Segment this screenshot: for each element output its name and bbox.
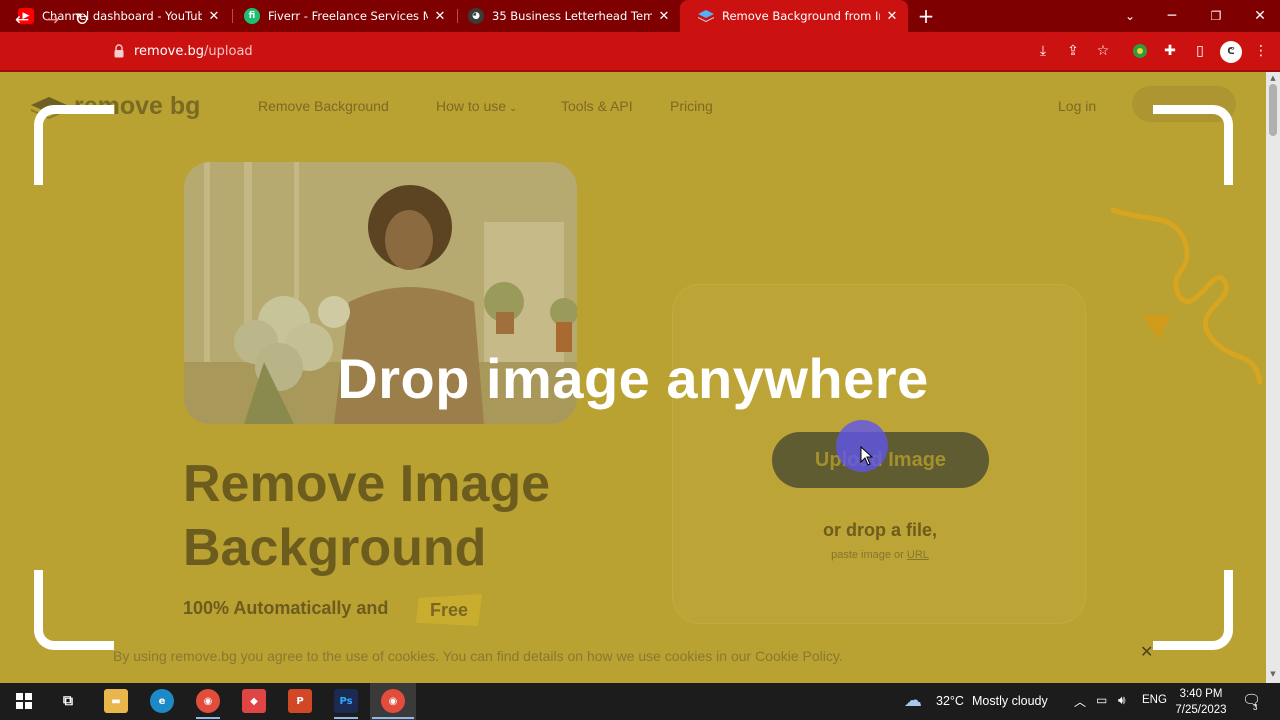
url-host: remove.bg bbox=[134, 44, 205, 59]
paste-url-link[interactable]: URL bbox=[907, 549, 929, 561]
window-close-button[interactable]: ✕ bbox=[1238, 0, 1280, 32]
scrollbar-thumb[interactable] bbox=[1269, 84, 1277, 136]
photoshop-icon[interactable]: Ps bbox=[334, 689, 358, 713]
running-indicator bbox=[372, 717, 414, 719]
edge-icon[interactable]: e bbox=[150, 689, 174, 713]
nav-pricing[interactable]: Pricing bbox=[670, 98, 713, 114]
tab-title: 35 Business Letterhead Template bbox=[492, 9, 652, 23]
windows-start-icon[interactable] bbox=[12, 689, 36, 713]
tab-title: Remove Background from Image bbox=[722, 9, 880, 23]
paste-prefix: paste image or bbox=[831, 549, 904, 561]
drop-frame-corner-br bbox=[1153, 570, 1233, 650]
raccoon-icon: ◕ bbox=[468, 8, 484, 24]
task-view-icon[interactable]: ⧉ bbox=[56, 689, 80, 713]
tab-title: Fiverr - Freelance Services Marke bbox=[268, 9, 428, 23]
tab-letterhead[interactable]: ◕ 35 Business Letterhead Template ✕ bbox=[450, 0, 680, 32]
clock-time: 3:40 PM bbox=[1179, 688, 1223, 700]
page-scrollbar[interactable] bbox=[1266, 72, 1280, 683]
cloud-weather-icon[interactable]: ☁ bbox=[904, 690, 922, 711]
drop-frame-corner-tr bbox=[1153, 105, 1233, 185]
powerpoint-icon[interactable]: P bbox=[288, 689, 312, 713]
nav-how-to-use-label: How to use bbox=[436, 98, 507, 114]
tab-fiverr[interactable]: fi Fiverr - Freelance Services Marke ✕ bbox=[226, 0, 456, 32]
extension-globe-icon[interactable] bbox=[1129, 40, 1151, 62]
volume-icon[interactable]: 🔊︎ bbox=[1118, 693, 1126, 708]
page-viewport[interactable]: remove bg Remove Background How to use ⌄… bbox=[0, 72, 1266, 683]
bookmark-star-icon[interactable]: ☆ bbox=[1092, 40, 1114, 62]
tab-search-chevron-icon[interactable]: ⌄ bbox=[1108, 0, 1152, 32]
drop-frame-corner-bl bbox=[34, 570, 114, 650]
notifications-icon[interactable]: 🗨︎ bbox=[1242, 691, 1261, 709]
cookie-notice: By using remove.bg you agree to the use … bbox=[113, 648, 843, 664]
tab-title: Channel dashboard - YouTube St bbox=[42, 9, 202, 23]
running-indicator bbox=[196, 717, 220, 719]
notification-count: 3 bbox=[1253, 703, 1258, 712]
menu-kebab-icon[interactable]: ⋮ bbox=[1250, 40, 1272, 62]
weather-temp[interactable]: 32°C bbox=[936, 694, 964, 708]
fiverr-icon: fi bbox=[244, 8, 260, 24]
removebg-icon bbox=[698, 8, 714, 24]
minimize-button[interactable]: ─ bbox=[1150, 0, 1194, 32]
nav-remove-background[interactable]: Remove Background bbox=[258, 98, 389, 114]
tab-youtube[interactable]: ▶ Channel dashboard - YouTube St ✕ bbox=[0, 0, 230, 32]
install-app-icon[interactable]: ⤓ bbox=[1032, 40, 1054, 62]
login-link[interactable]: Log in bbox=[1058, 98, 1096, 114]
free-badge: Free bbox=[416, 594, 482, 626]
reload-button[interactable]: ↻ bbox=[70, 8, 94, 32]
drop-file-text: or drop a file, bbox=[822, 520, 937, 540]
headline-line-1: Remove Image bbox=[183, 455, 551, 513]
share-icon[interactable]: ⇪ bbox=[1062, 40, 1084, 62]
clock[interactable]: 3:40 PM 7/25/2023 bbox=[1168, 686, 1234, 718]
weather-description[interactable]: Mostly cloudy bbox=[972, 694, 1048, 708]
close-icon[interactable]: ✕ bbox=[432, 9, 448, 24]
scroll-down-icon[interactable]: ▼ bbox=[1268, 670, 1278, 680]
mouse-pointer-icon bbox=[860, 446, 874, 466]
close-icon[interactable]: ✕ bbox=[884, 9, 900, 24]
anydesk-icon[interactable]: ◆ bbox=[242, 689, 266, 713]
chevron-down-icon: ⌄ bbox=[506, 103, 518, 114]
paste-hint: paste image or URL bbox=[780, 549, 980, 561]
hero-subheadline: 100% Automatically and bbox=[183, 598, 389, 618]
scroll-up-icon[interactable]: ▲ bbox=[1268, 74, 1278, 84]
language-indicator[interactable]: ENG bbox=[1142, 694, 1167, 706]
new-tab-button[interactable]: + bbox=[916, 4, 936, 28]
headline-line-2: Background bbox=[183, 519, 487, 577]
extensions-puzzle-icon[interactable]: ✚ bbox=[1159, 40, 1181, 62]
address-bar[interactable] bbox=[104, 36, 1120, 66]
battery-icon[interactable]: ▭ bbox=[1096, 693, 1107, 707]
nav-tools-api[interactable]: Tools & API bbox=[561, 98, 633, 114]
profile-avatar[interactable]: ᕦ bbox=[1220, 41, 1242, 63]
close-icon[interactable]: ✕ bbox=[656, 9, 672, 24]
show-hidden-icons-chevron-icon[interactable]: ︿ bbox=[1074, 693, 1086, 710]
chrome-profile-icon[interactable]: ◉ bbox=[381, 689, 405, 713]
restore-button[interactable]: ❐ bbox=[1194, 0, 1238, 32]
forward-button[interactable]: → bbox=[40, 8, 64, 32]
drop-frame-corner-tl bbox=[34, 105, 114, 185]
url-path: /upload bbox=[204, 44, 253, 59]
tab-removebg[interactable]: Remove Background from Image ✕ bbox=[680, 0, 908, 32]
close-icon[interactable]: ✕ bbox=[206, 9, 222, 24]
url-text[interactable]: remove.bg/upload bbox=[134, 44, 253, 59]
hero-headline: Remove Image Background bbox=[183, 452, 550, 580]
nav-how-to-use[interactable]: How to use ⌄ bbox=[436, 98, 517, 114]
running-indicator bbox=[334, 717, 358, 719]
side-panel-icon[interactable]: ▯ bbox=[1189, 40, 1211, 62]
chrome-icon[interactable]: ◉ bbox=[196, 689, 220, 713]
back-button[interactable]: ← bbox=[10, 8, 34, 32]
file-explorer-icon[interactable]: ▬ bbox=[104, 689, 128, 713]
clock-date: 7/25/2023 bbox=[1175, 704, 1227, 716]
lock-icon[interactable] bbox=[114, 44, 124, 58]
cookie-close-icon[interactable]: ✕ bbox=[1140, 642, 1153, 661]
taskbar bbox=[0, 683, 1280, 720]
drop-image-title: Drop image anywhere bbox=[337, 347, 929, 410]
